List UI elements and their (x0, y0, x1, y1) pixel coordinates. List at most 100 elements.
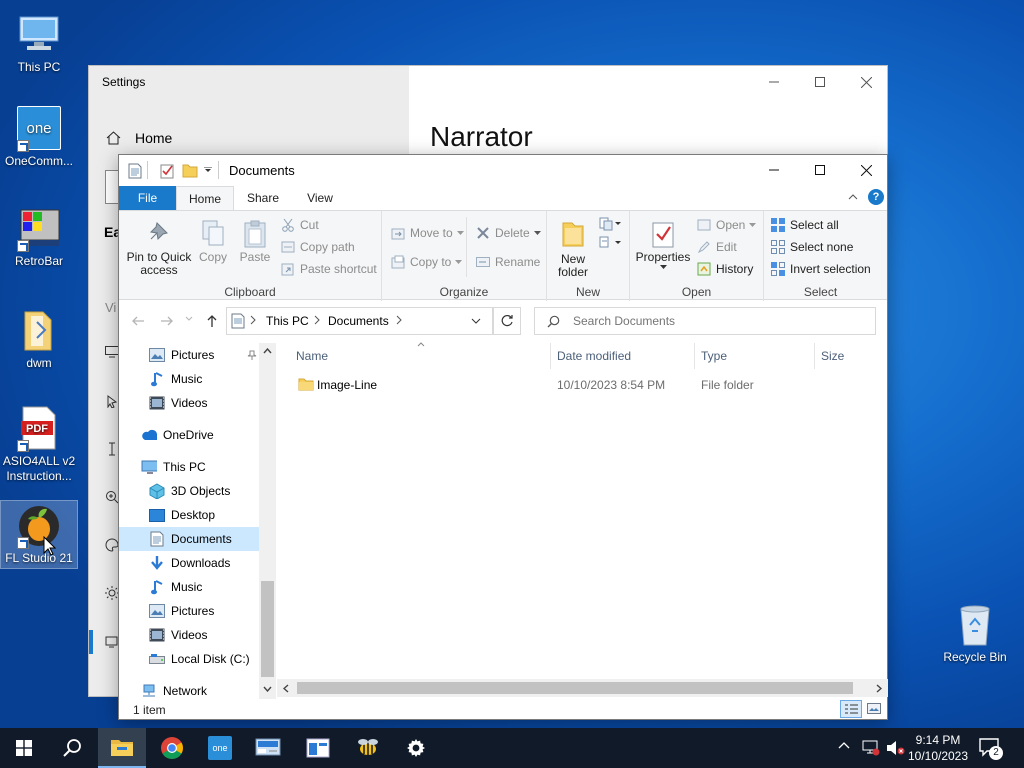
pin-to-quick-access-button[interactable]: Pin to Quick access (125, 219, 193, 277)
copy-button[interactable]: Copy (197, 219, 229, 264)
desktop-icon-recycle-bin[interactable]: Recycle Bin (937, 600, 1013, 665)
nav-scroll-thumb[interactable] (261, 581, 274, 677)
help-icon[interactable]: ? (868, 189, 884, 205)
select-none-button[interactable]: Select none (770, 239, 853, 255)
recent-locations-icon[interactable] (185, 316, 193, 322)
open-button[interactable]: Open (696, 217, 757, 233)
taskbar-retrobar[interactable] (344, 728, 392, 768)
nav-item-music-pc[interactable]: Music (149, 575, 259, 599)
nav-item-local-disk[interactable]: Local Disk (C:) (149, 647, 259, 671)
tab-home[interactable]: Home (176, 186, 234, 211)
settings-home-link[interactable]: Home (106, 130, 172, 146)
new-item-icon[interactable] (599, 217, 621, 231)
nav-item-this-pc[interactable]: This PC (141, 455, 259, 479)
taskbar-settings-window[interactable] (294, 728, 342, 768)
nav-item-desktop[interactable]: Desktop (149, 503, 259, 527)
address-separator-icon[interactable] (396, 315, 402, 325)
new-folder-qat-icon[interactable] (182, 163, 198, 178)
nav-item-pictures-pc[interactable]: Pictures (149, 599, 259, 623)
explorer-maximize-button[interactable] (797, 155, 843, 185)
brightness-icon[interactable] (105, 586, 119, 600)
address-crumb-documents[interactable]: Documents (328, 314, 389, 328)
magnifier-icon[interactable] (105, 490, 119, 504)
color-palette-icon[interactable] (105, 538, 119, 552)
nav-item-onedrive[interactable]: OneDrive (141, 423, 259, 447)
nav-item-pictures[interactable]: Pictures (149, 343, 259, 367)
address-separator-icon[interactable] (314, 315, 320, 325)
desktop-icon-dwm[interactable]: dwm (1, 306, 77, 371)
details-view-button[interactable] (840, 700, 862, 718)
taskbar-chrome[interactable] (148, 728, 196, 768)
search-input[interactable] (573, 312, 863, 330)
desktop-icon-retrobar[interactable]: RetroBar (1, 204, 77, 269)
nav-vertical-scrollbar[interactable] (259, 343, 276, 699)
scroll-down-icon[interactable] (263, 686, 272, 692)
display-icon[interactable] (105, 346, 119, 358)
history-button[interactable]: History (696, 261, 753, 277)
settings-search-box[interactable] (105, 170, 119, 204)
edit-button[interactable]: Edit (696, 239, 737, 255)
copy-path-button[interactable]: Copy path (280, 239, 355, 255)
search-taskbar-button[interactable] (48, 728, 96, 768)
paste-button[interactable]: Paste (237, 219, 273, 264)
qat-dropdown-icon[interactable] (204, 167, 212, 175)
pin-icon[interactable] (247, 350, 257, 360)
address-dropdown-icon[interactable] (471, 318, 481, 324)
taskbar-settings[interactable] (392, 728, 440, 768)
desktop-icon-fl-studio[interactable]: FL Studio 21 (0, 500, 78, 569)
narrator-icon[interactable] (105, 634, 119, 648)
address-crumb-this-pc[interactable]: This PC (266, 314, 309, 328)
desktop-icon-onecommander[interactable]: one OneComm... (1, 104, 77, 169)
network-status-icon[interactable] (862, 740, 880, 756)
refresh-button[interactable] (493, 307, 521, 335)
properties-qat-icon[interactable] (160, 163, 175, 179)
taskbar-onecommander[interactable]: one (196, 728, 244, 768)
taskbar-control-panel[interactable] (244, 728, 292, 768)
file-list-horizontal-scrollbar[interactable] (277, 679, 888, 697)
nav-item-documents[interactable]: Documents (119, 527, 259, 551)
properties-button[interactable]: Properties (636, 219, 690, 270)
search-box[interactable] (534, 307, 876, 335)
show-hidden-icons-chevron-icon[interactable] (838, 741, 850, 749)
address-separator-icon[interactable] (250, 315, 256, 325)
volume-muted-icon[interactable] (886, 740, 906, 756)
file-row[interactable]: Image-Line 10/10/2023 8:54 PM File folde… (290, 373, 885, 397)
nav-item-network[interactable]: Network (141, 679, 259, 699)
paste-shortcut-button[interactable]: Paste shortcut (280, 261, 377, 277)
forward-arrow-icon[interactable] (160, 315, 174, 327)
invert-selection-button[interactable]: Invert selection (770, 261, 871, 277)
notification-center-button[interactable]: 2 (979, 737, 1003, 760)
rename-button[interactable]: Rename (475, 254, 540, 270)
horizontal-scroll-thumb[interactable] (297, 682, 853, 694)
cut-button[interactable]: Cut (280, 217, 319, 233)
settings-close-button[interactable] (843, 66, 889, 98)
system-clock[interactable]: 9:14 PM 10/10/2023 (906, 732, 970, 764)
desktop-icon-this-pc[interactable]: This PC (1, 10, 77, 75)
column-header-date-modified[interactable]: Date modified (551, 343, 695, 369)
scroll-right-icon[interactable] (876, 684, 882, 693)
column-header-type[interactable]: Type (695, 343, 815, 369)
collapse-ribbon-icon[interactable] (848, 193, 858, 201)
tab-view[interactable]: View (291, 186, 349, 210)
copy-to-button[interactable]: Copy to (390, 254, 463, 270)
column-header-name[interactable]: Name (290, 343, 551, 369)
text-cursor-icon[interactable] (108, 442, 116, 456)
nav-item-videos-pc[interactable]: Videos (149, 623, 259, 647)
move-to-button[interactable]: Move to (390, 225, 464, 241)
file-explorer-window[interactable]: Documents File Home Share View ? Pin to … (118, 154, 888, 720)
up-arrow-icon[interactable] (206, 314, 218, 328)
nav-item-music[interactable]: Music (149, 367, 259, 391)
column-header-size[interactable]: Size (815, 343, 885, 369)
delete-button[interactable]: Delete (475, 225, 541, 241)
nav-item-videos[interactable]: Videos (149, 391, 259, 415)
scroll-up-icon[interactable] (263, 348, 272, 354)
nav-item-downloads[interactable]: Downloads (149, 551, 259, 575)
explorer-close-button[interactable] (843, 155, 889, 185)
desktop-icon-asio4all[interactable]: PDF ASIO4ALL v2 Instruction... (1, 404, 77, 484)
large-icons-view-button[interactable] (864, 700, 884, 718)
easy-access-icon[interactable] (599, 236, 621, 250)
explorer-minimize-button[interactable] (751, 155, 797, 185)
settings-maximize-button[interactable] (797, 66, 843, 98)
taskbar-file-explorer[interactable] (98, 728, 146, 768)
address-bar[interactable]: This PC Documents (226, 307, 493, 335)
